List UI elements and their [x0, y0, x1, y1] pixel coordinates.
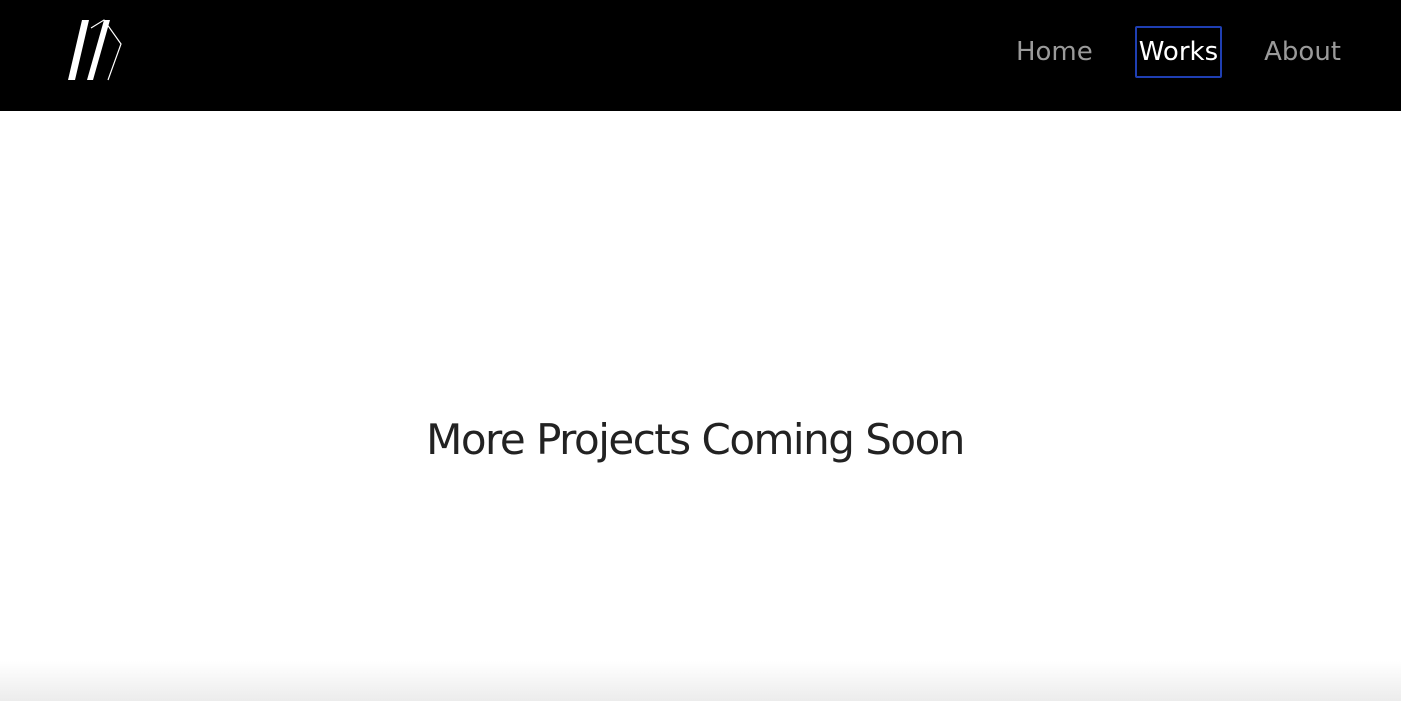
- nav-link-about[interactable]: About: [1264, 26, 1341, 78]
- bottom-shadow: [0, 661, 1401, 701]
- logo-icon[interactable]: [64, 16, 128, 84]
- nav-link-works[interactable]: Works: [1134, 26, 1223, 78]
- coming-soon-headline: More Projects Coming Soon: [426, 415, 965, 464]
- nav-link-home[interactable]: Home: [1016, 26, 1093, 78]
- site-header: Home Works About: [0, 0, 1401, 111]
- main-content: More Projects Coming Soon: [0, 111, 1401, 701]
- main-navigation: Home Works About: [1016, 26, 1341, 78]
